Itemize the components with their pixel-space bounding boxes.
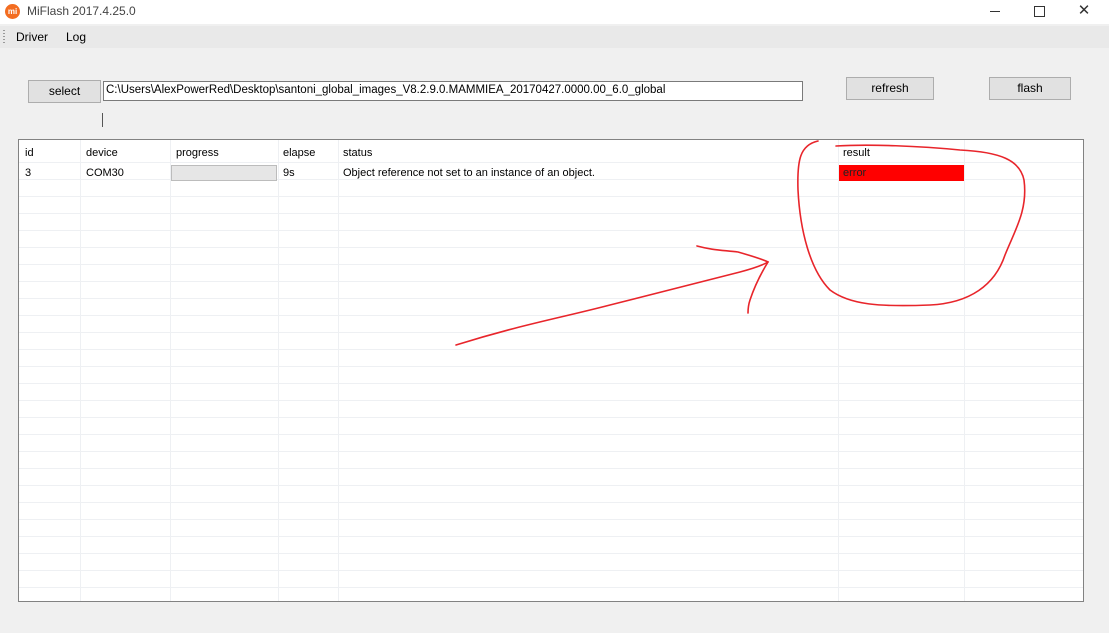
close-icon: ✕ — [1077, 2, 1091, 19]
menu-log[interactable]: Log — [66, 30, 86, 44]
column-header-progress[interactable]: progress — [176, 147, 219, 159]
row-divider — [19, 434, 1083, 435]
row-divider — [19, 400, 1083, 401]
row-divider — [19, 570, 1083, 571]
row-divider — [19, 417, 1083, 418]
row-device: COM30 — [86, 167, 124, 179]
row-divider — [19, 196, 1083, 197]
row-divider — [19, 162, 1083, 163]
row-divider — [19, 502, 1083, 503]
menu-driver[interactable]: Driver — [16, 30, 48, 44]
window-title: MiFlash 2017.4.25.0 — [27, 4, 136, 18]
row-divider — [19, 587, 1083, 588]
column-divider — [278, 140, 279, 601]
row-divider — [19, 536, 1083, 537]
title-bar: mi MiFlash 2017.4.25.0 ✕ — [0, 0, 1109, 24]
maximize-button[interactable] — [1016, 0, 1062, 24]
row-divider — [19, 213, 1083, 214]
menu-bar: Driver Log — [0, 26, 1109, 48]
row-divider — [19, 553, 1083, 554]
minimize-icon — [990, 11, 1000, 13]
column-divider — [838, 140, 839, 601]
maximize-icon — [1033, 6, 1045, 18]
minimize-button[interactable] — [972, 0, 1018, 24]
row-progress-bar — [171, 165, 277, 181]
row-divider — [19, 230, 1083, 231]
divider — [102, 113, 103, 127]
column-header-status[interactable]: status — [343, 147, 372, 159]
column-header-id[interactable]: id — [25, 147, 34, 159]
menu-grip-icon — [3, 30, 5, 44]
row-divider — [19, 468, 1083, 469]
row-divider — [19, 281, 1083, 282]
row-divider — [19, 383, 1083, 384]
path-field[interactable]: C:\Users\AlexPowerRed\Desktop\santoni_gl… — [103, 81, 803, 101]
row-id: 3 — [25, 167, 32, 179]
miflash-logo-icon: mi — [5, 4, 20, 19]
row-divider — [19, 366, 1083, 367]
row-divider — [19, 332, 1083, 333]
row-status: Object reference not set to an instance … — [343, 167, 595, 179]
row-divider — [19, 519, 1083, 520]
flash-button[interactable]: flash — [989, 77, 1071, 100]
select-button[interactable]: select — [28, 80, 101, 103]
refresh-button[interactable]: refresh — [846, 77, 934, 100]
column-divider — [964, 140, 965, 601]
row-divider — [19, 451, 1083, 452]
row-divider — [19, 315, 1083, 316]
row-divider — [19, 298, 1083, 299]
column-header-result[interactable]: result — [843, 147, 870, 159]
column-divider — [170, 140, 171, 601]
column-header-elapse[interactable]: elapse — [283, 147, 315, 159]
row-divider — [19, 349, 1083, 350]
row-result: error — [843, 167, 867, 179]
row-divider — [19, 485, 1083, 486]
row-divider — [19, 247, 1083, 248]
close-button[interactable]: ✕ — [1061, 0, 1107, 24]
column-divider — [338, 140, 339, 601]
device-table[interactable]: id device progress elapse status result … — [18, 139, 1084, 602]
row-elapse: 9s — [283, 167, 295, 179]
column-divider — [80, 140, 81, 601]
row-divider — [19, 264, 1083, 265]
column-header-device[interactable]: device — [86, 147, 118, 159]
